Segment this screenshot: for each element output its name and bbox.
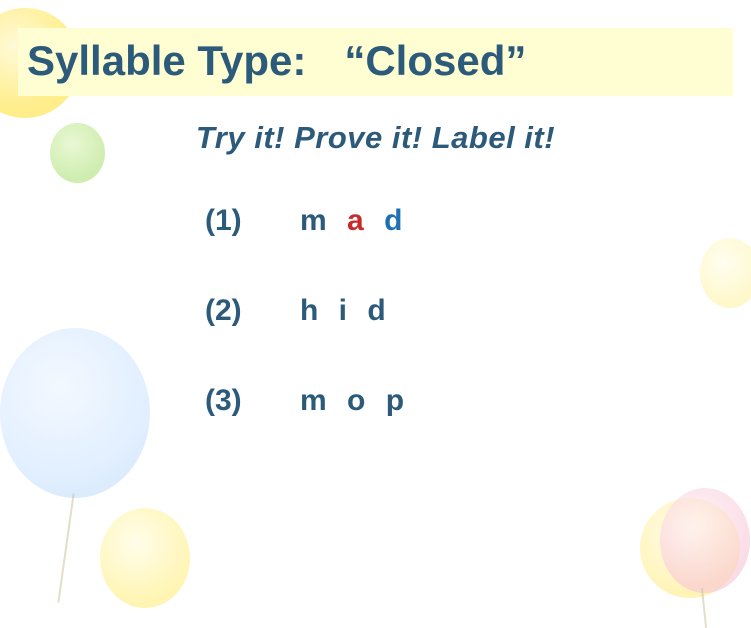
list-item: (2) h i d [205, 294, 751, 328]
letter: m [300, 384, 333, 417]
title-label: Syllable Type: [27, 37, 306, 84]
list-item: (1) m a d [205, 204, 751, 238]
item-number: (3) [205, 384, 300, 418]
word-list: (1) m a d (2) h i d (3) m o p [205, 204, 751, 418]
title-value: “Closed” [344, 37, 526, 84]
letter: h [300, 294, 324, 327]
subtitle: Try it! Prove it! Label it! [0, 120, 751, 156]
item-word: m o p [300, 384, 410, 418]
letter: i [339, 294, 353, 327]
letter: p [386, 384, 410, 417]
letter: o [347, 384, 371, 417]
list-item: (3) m o p [205, 384, 751, 418]
title-band: Syllable Type: “Closed” [18, 28, 733, 96]
balloon-decor [660, 488, 750, 593]
title-text: Syllable Type: “Closed” [27, 37, 526, 84]
balloon-decor [100, 508, 190, 608]
letter: a [347, 204, 370, 237]
balloon-string [57, 493, 74, 602]
item-number: (2) [205, 294, 300, 328]
letter: d [367, 294, 391, 327]
item-number: (1) [205, 204, 300, 238]
letter: m [300, 204, 333, 237]
item-word: m a d [300, 204, 408, 238]
letter: d [384, 204, 408, 237]
item-word: h i d [300, 294, 392, 328]
